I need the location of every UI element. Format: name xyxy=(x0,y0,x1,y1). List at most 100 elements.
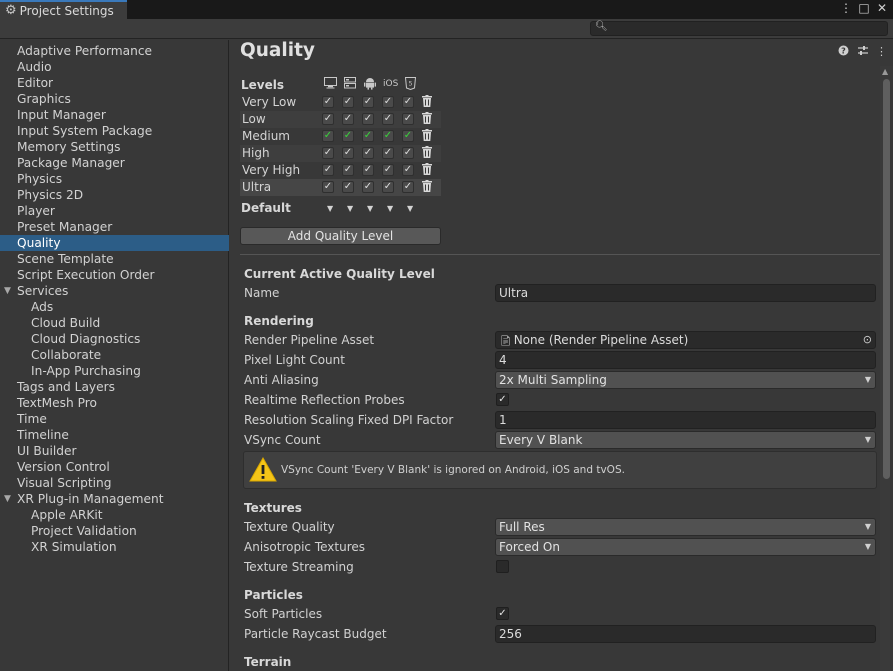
sidebar-item[interactable]: Input Manager xyxy=(0,107,229,123)
platform-checkbox[interactable]: ✓ xyxy=(342,147,354,159)
default-dropdown-webgl[interactable]: ▼ xyxy=(407,200,413,217)
quality-level-row[interactable]: Very Low ✓ ✓ ✓ ✓ ✓ xyxy=(240,94,441,111)
maximize-icon[interactable]: □ xyxy=(857,1,871,15)
sidebar-item[interactable]: Cloud Build xyxy=(0,315,229,331)
platform-checkbox[interactable]: ✓ xyxy=(402,147,414,159)
expand-triangle-icon[interactable]: ▼ xyxy=(4,283,11,299)
close-icon[interactable]: ✕ xyxy=(875,1,889,15)
quality-level-row[interactable]: High ✓ ✓ ✓ ✓ ✓ xyxy=(240,145,441,162)
platform-checkbox[interactable]: ✓ xyxy=(322,130,334,142)
platform-checkbox[interactable]: ✓ xyxy=(342,181,354,193)
sidebar-item[interactable]: Physics 2D xyxy=(0,187,229,203)
sidebar-item[interactable]: In-App Purchasing xyxy=(0,363,229,379)
raycast-budget-field[interactable]: 256 xyxy=(495,625,876,643)
platform-checkbox[interactable]: ✓ xyxy=(342,113,354,125)
platform-checkbox[interactable]: ✓ xyxy=(362,164,374,176)
scroll-up-icon[interactable]: ▲ xyxy=(882,67,888,76)
platform-checkbox[interactable]: ✓ xyxy=(362,130,374,142)
platform-checkbox[interactable]: ✓ xyxy=(382,147,394,159)
quality-level-row[interactable]: Low ✓ ✓ ✓ ✓ ✓ xyxy=(240,111,441,128)
default-dropdown-standalone[interactable]: ▼ xyxy=(327,200,333,217)
sidebar-item[interactable]: Tags and Layers xyxy=(0,379,229,395)
object-picker-icon[interactable]: ⊙ xyxy=(863,332,872,348)
scrollbar-thumb[interactable] xyxy=(883,79,890,479)
sidebar-item[interactable]: Player xyxy=(0,203,229,219)
more-menu-icon[interactable]: ⋮ xyxy=(875,45,888,59)
help-icon[interactable]: ? xyxy=(837,45,850,59)
sidebar-item[interactable]: Physics xyxy=(0,171,229,187)
reflection-probes-checkbox[interactable]: ✓ xyxy=(496,393,509,406)
trash-icon[interactable] xyxy=(421,129,433,143)
platform-checkbox[interactable]: ✓ xyxy=(322,113,334,125)
sidebar-item[interactable]: UI Builder xyxy=(0,443,229,459)
more-options-icon[interactable]: ⋮ xyxy=(839,1,853,15)
sidebar-item[interactable]: Timeline xyxy=(0,427,229,443)
platform-checkbox[interactable]: ✓ xyxy=(342,164,354,176)
quality-level-row[interactable]: Ultra ✓ ✓ ✓ ✓ ✓ xyxy=(240,179,441,196)
default-dropdown-ios[interactable]: ▼ xyxy=(387,200,393,217)
platform-checkbox[interactable]: ✓ xyxy=(382,181,394,193)
trash-icon[interactable] xyxy=(421,163,433,177)
platform-checkbox[interactable]: ✓ xyxy=(362,113,374,125)
search-input[interactable]: 🔍︎ xyxy=(590,21,888,36)
sidebar-item[interactable]: Memory Settings xyxy=(0,139,229,155)
sidebar-item[interactable]: Collaborate xyxy=(0,347,229,363)
sidebar-item[interactable]: Package Manager xyxy=(0,155,229,171)
platform-checkbox[interactable]: ✓ xyxy=(342,130,354,142)
sidebar-item[interactable]: Scene Template xyxy=(0,251,229,267)
expand-triangle-icon[interactable]: ▼ xyxy=(4,491,11,507)
platform-checkbox[interactable]: ✓ xyxy=(382,130,394,142)
platform-checkbox[interactable]: ✓ xyxy=(382,113,394,125)
quality-level-row[interactable]: Medium ✓ ✓ ✓ ✓ ✓ xyxy=(240,128,441,145)
platform-checkbox[interactable]: ✓ xyxy=(322,96,334,108)
default-dropdown-android[interactable]: ▼ xyxy=(367,200,373,217)
sidebar-item[interactable]: ▼ XR Plug-in Management xyxy=(0,491,229,507)
inspector-scrollbar[interactable]: ▲ xyxy=(880,66,893,671)
trash-icon[interactable] xyxy=(421,180,433,194)
project-settings-tab[interactable]: ⚙ Project Settings xyxy=(0,0,127,19)
platform-checkbox[interactable]: ✓ xyxy=(382,96,394,108)
platform-checkbox[interactable]: ✓ xyxy=(362,96,374,108)
texture-streaming-checkbox[interactable] xyxy=(496,560,509,573)
sidebar-item[interactable]: Project Validation xyxy=(0,523,229,539)
default-dropdown-server[interactable]: ▼ xyxy=(347,200,353,217)
sidebar-item[interactable]: Apple ARKit xyxy=(0,507,229,523)
dpi-factor-field[interactable]: 1 xyxy=(495,411,876,429)
platform-checkbox[interactable]: ✓ xyxy=(382,164,394,176)
render-pipeline-field[interactable]: 📄︎ None (Render Pipeline Asset) ⊙ xyxy=(495,331,876,349)
sidebar-item[interactable]: Script Execution Order xyxy=(0,267,229,283)
platform-checkbox[interactable]: ✓ xyxy=(322,181,334,193)
sidebar-item[interactable]: Preset Manager xyxy=(0,219,229,235)
platform-checkbox[interactable]: ✓ xyxy=(402,113,414,125)
sidebar-item[interactable]: Visual Scripting xyxy=(0,475,229,491)
presets-icon[interactable] xyxy=(856,45,869,59)
platform-checkbox[interactable]: ✓ xyxy=(402,164,414,176)
sidebar-item[interactable]: Audio xyxy=(0,59,229,75)
platform-checkbox[interactable]: ✓ xyxy=(322,164,334,176)
sidebar-item[interactable]: Quality xyxy=(0,235,229,251)
texture-quality-dropdown[interactable]: Full Res ▼ xyxy=(495,518,876,536)
platform-checkbox[interactable]: ✓ xyxy=(362,147,374,159)
sidebar-item[interactable]: Time xyxy=(0,411,229,427)
name-field[interactable]: Ultra xyxy=(495,284,876,302)
sidebar-item[interactable]: TextMesh Pro xyxy=(0,395,229,411)
trash-icon[interactable] xyxy=(421,112,433,126)
sidebar-item[interactable]: Adaptive Performance xyxy=(0,43,229,59)
sidebar-item[interactable]: Input System Package xyxy=(0,123,229,139)
platform-checkbox[interactable]: ✓ xyxy=(362,181,374,193)
pixel-light-field[interactable]: 4 xyxy=(495,351,876,369)
sidebar-item[interactable]: Cloud Diagnostics xyxy=(0,331,229,347)
sidebar-item[interactable]: Ads xyxy=(0,299,229,315)
soft-particles-checkbox[interactable]: ✓ xyxy=(496,607,509,620)
sidebar-item[interactable]: XR Simulation xyxy=(0,539,229,555)
platform-checkbox[interactable]: ✓ xyxy=(322,147,334,159)
platform-checkbox[interactable]: ✓ xyxy=(402,181,414,193)
sidebar-item[interactable]: Editor xyxy=(0,75,229,91)
trash-icon[interactable] xyxy=(421,146,433,160)
add-quality-level-button[interactable]: Add Quality Level xyxy=(240,227,441,245)
platform-checkbox[interactable]: ✓ xyxy=(342,96,354,108)
sidebar-item[interactable]: Graphics xyxy=(0,91,229,107)
anisotropic-dropdown[interactable]: Forced On ▼ xyxy=(495,538,876,556)
platform-checkbox[interactable]: ✓ xyxy=(402,130,414,142)
vsync-dropdown[interactable]: Every V Blank ▼ xyxy=(495,431,876,449)
